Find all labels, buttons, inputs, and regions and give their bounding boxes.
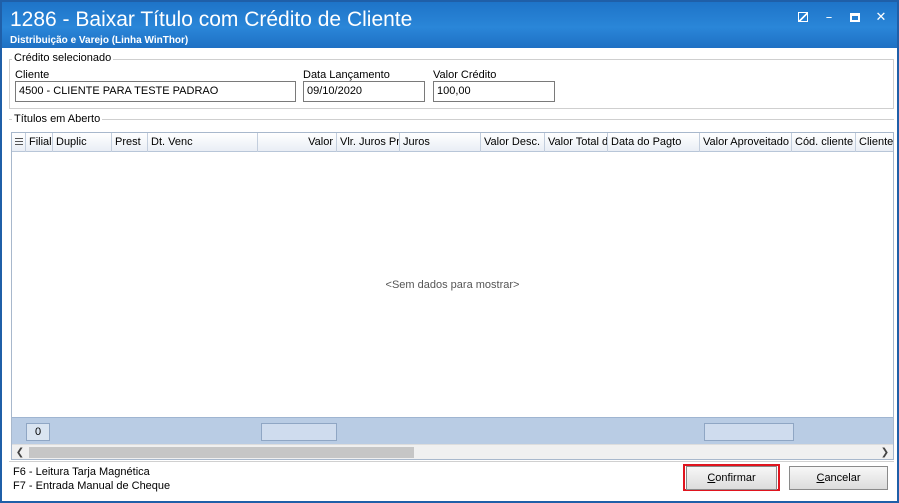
column-chooser-icon — [14, 138, 23, 147]
maximize-button[interactable] — [845, 8, 865, 26]
scroll-thumb[interactable] — [29, 447, 414, 458]
grid-header: Filial Duplic Prest Dt. Venc Valor Vlr. … — [12, 133, 893, 152]
window-controls: – ✕ — [793, 8, 891, 26]
titles-group-label: Títulos em Aberto — [12, 113, 103, 125]
col-duplic[interactable]: Duplic — [53, 133, 112, 152]
confirm-button[interactable]: Confirmar — [686, 466, 777, 490]
row-count: 0 — [26, 423, 50, 441]
date-field[interactable]: 09/10/2020 — [303, 81, 425, 102]
edit-window-button[interactable] — [793, 8, 813, 26]
amount-label: Valor Crédito — [433, 69, 497, 81]
close-icon: ✕ — [875, 9, 887, 25]
edit-icon — [798, 12, 808, 22]
scroll-right-icon[interactable]: ❯ — [877, 445, 893, 459]
column-chooser[interactable] — [12, 133, 26, 152]
cancel-button[interactable]: Cancelar — [789, 466, 888, 490]
date-label: Data Lançamento — [303, 69, 390, 81]
grid-summary-bar: 0 — [12, 417, 893, 444]
empty-message: <Sem dados para mostrar> — [385, 279, 520, 291]
client-field[interactable]: 4500 - CLIENTE PARA TESTE PADRAO — [15, 81, 296, 102]
hint-f6: F6 - Leitura Tarja Magnética — [13, 466, 150, 478]
sum-valor-aproveitado — [704, 423, 794, 441]
scroll-left-icon[interactable]: ❮ — [12, 445, 28, 459]
close-button[interactable]: ✕ — [871, 8, 891, 26]
hint-f7: F7 - Entrada Manual de Cheque — [13, 480, 171, 492]
maximize-icon — [850, 12, 860, 22]
col-cod-cliente[interactable]: Cód. cliente — [792, 133, 856, 152]
col-dt-venc[interactable]: Dt. Venc — [148, 133, 258, 152]
col-cliente[interactable]: Cliente — [856, 133, 893, 152]
col-data-pagto[interactable]: Data do Pagto — [608, 133, 700, 152]
client-label: Cliente — [15, 69, 50, 81]
horizontal-scrollbar[interactable]: ❮ ❯ — [12, 444, 893, 459]
amount-field[interactable]: 100,00 — [433, 81, 555, 102]
col-valor-desc[interactable]: Valor Desc. — [481, 133, 545, 152]
minimize-button[interactable]: – — [819, 8, 839, 26]
title-bar[interactable]: 1286 - Baixar Título com Crédito de Clie… — [2, 2, 897, 48]
sum-valor — [261, 423, 337, 441]
cancel-label: ancelar — [824, 472, 861, 484]
col-juros[interactable]: Juros — [400, 133, 481, 152]
col-vlr-juros[interactable]: Vlr. Juros Pr — [337, 133, 400, 152]
col-filial[interactable]: Filial — [26, 133, 53, 152]
titles-grid[interactable]: Filial Duplic Prest Dt. Venc Valor Vlr. … — [11, 132, 894, 460]
col-valor-total[interactable]: Valor Total d — [545, 133, 608, 152]
main-window: 1286 - Baixar Título com Crédito de Clie… — [0, 0, 899, 503]
credit-group-label: Crédito selecionado — [12, 52, 114, 64]
confirm-label: onfirmar — [715, 472, 756, 484]
bottom-divider — [9, 461, 894, 462]
col-valor-aproveitado[interactable]: Valor Aproveitado — [700, 133, 792, 152]
minimize-icon: – — [825, 9, 833, 25]
window-subtitle: Distribuição e Varejo (Linha WinThor) — [10, 35, 189, 46]
col-prest[interactable]: Prest — [112, 133, 148, 152]
col-valor[interactable]: Valor — [258, 133, 337, 152]
window-title: 1286 - Baixar Título com Crédito de Clie… — [10, 8, 413, 31]
titles-group-line — [9, 119, 894, 120]
